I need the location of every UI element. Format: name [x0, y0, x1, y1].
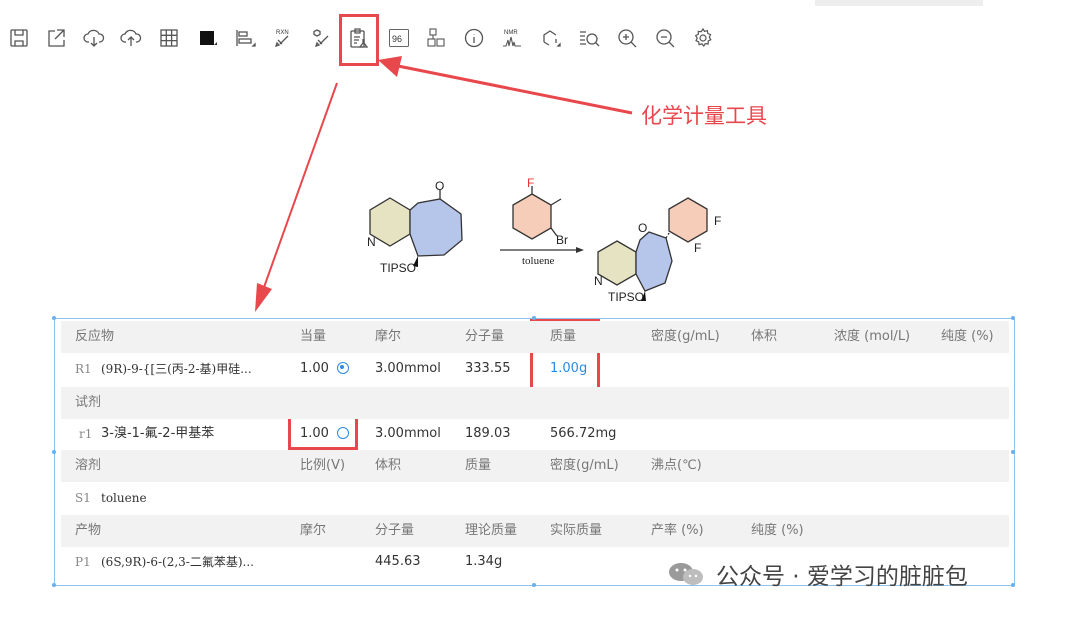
ketone-o-label: O [435, 179, 444, 193]
solvents-header-row: 溶剂 比例(V) 体积 质量 密度(g/mL) 沸点(℃) [61, 450, 1009, 482]
reactant-molecule: O N TIPSO [367, 179, 463, 275]
header-mw: 分子量 [375, 523, 415, 538]
header-density: 密度(g/mL) [651, 329, 720, 344]
header-yield: 产率 (%) [651, 523, 704, 538]
pyridine-n-label: N [367, 235, 376, 249]
watermark-text: 公众号 · 爱学习的脏脏包 [716, 564, 968, 590]
row-id: P1 [75, 555, 91, 569]
row-id: S1 [75, 491, 91, 505]
header-reagent: 试剂 [75, 395, 102, 410]
header-volume: 体积 [375, 458, 402, 473]
reaction-arrow: toluene [500, 247, 584, 267]
header-actual-mass: 实际质量 [550, 523, 603, 538]
equiv-input[interactable]: 1.00 [300, 361, 329, 376]
reagent-molecule: F Br [512, 176, 568, 247]
mw-value: 189.03 [465, 426, 511, 441]
table-row[interactable]: r1 3-溴-1-氟-2-甲基苯 1.00 3.00mmol 189.03 56… [61, 418, 1009, 450]
mw-value: 445.63 [375, 554, 421, 569]
table-row[interactable]: R1 (9R)-9-{[三(丙-2-基)甲硅... 1.00 3.00mmol … [61, 353, 1009, 385]
products-header-row: 产物 摩尔 分子量 理论质量 实际质量 产率 (%) 纯度 (%) [61, 515, 1009, 547]
equiv-input[interactable]: 1.00 [300, 426, 329, 441]
header-concentration: 浓度 (mol/L) [834, 329, 911, 344]
row-id: R1 [75, 362, 92, 376]
moles-value[interactable]: 3.00mmol [375, 353, 441, 385]
wechat-icon [669, 563, 703, 585]
product-name: (6S,9R)-6-(2,3-二氟苯基)... [101, 555, 254, 569]
row-id: r1 [79, 427, 93, 441]
reactant-tipso-label: TIPSO [380, 261, 416, 275]
reagents-header-row: 试剂 [61, 387, 1009, 419]
mass-value[interactable]: 566.72mg [550, 418, 616, 450]
product-f1-label: F [714, 214, 721, 228]
limiting-reagent-radio[interactable] [336, 426, 349, 439]
header-ratio: 比例(V) [300, 458, 346, 473]
moles-value[interactable]: 3.00mmol [375, 418, 441, 450]
header-reactant: 反应物 [75, 329, 115, 344]
header-equiv: 当量 [300, 329, 327, 344]
product-tipso-label: TIPSO [608, 290, 644, 304]
condition-label: toluene [522, 255, 554, 267]
solvent-name: toluene [101, 491, 147, 505]
header-moles: 摩尔 [375, 329, 402, 344]
header-mass: 质量 [465, 458, 492, 473]
header-density: 密度(g/mL) [550, 458, 619, 473]
header-purity: 纯度 (%) [751, 523, 804, 538]
mw-value: 333.55 [465, 361, 511, 376]
header-moles: 摩尔 [300, 523, 327, 538]
theoretical-mass-value: 1.34g [465, 554, 503, 569]
reagent-br-label: Br [556, 233, 568, 247]
product-molecule: O N F F TIPSO [594, 197, 721, 304]
table-row[interactable]: S1 toluene [61, 482, 1009, 514]
header-mw: 分子量 [465, 329, 505, 344]
reagent-name: 3-溴-1-氟-2-甲基苯 [101, 426, 215, 441]
product-o-label: O [638, 221, 647, 235]
header-volume: 体积 [751, 329, 778, 344]
limiting-reagent-radio[interactable] [336, 361, 349, 374]
pointer-arrow [255, 82, 338, 312]
header-theoretical-mass: 理论质量 [465, 523, 518, 538]
watermark: 公众号 · 爱学习的脏脏包 [666, 557, 968, 591]
reagent-f-label: F [527, 176, 534, 190]
callout-arrow [378, 56, 633, 115]
product-n-label: N [594, 274, 603, 288]
reactant-name: (9R)-9-{[三(丙-2-基)甲硅... [101, 362, 252, 376]
header-boiling-point: 沸点(℃) [651, 458, 702, 473]
header-mass: 质量 [550, 329, 577, 344]
header-solvent: 溶剂 [75, 458, 102, 473]
header-product: 产物 [75, 523, 102, 538]
header-purity: 纯度 (%) [941, 329, 994, 344]
mass-input[interactable]: 1.00g [550, 353, 587, 385]
product-f2-label: F [694, 241, 701, 255]
stoichiometry-table: 反应物 当量 摩尔 分子量 质量 密度(g/mL) 体积 浓度 (mol/L) … [52, 316, 1015, 587]
reactants-header-row: 反应物 当量 摩尔 分子量 质量 密度(g/mL) 体积 浓度 (mol/L) … [61, 321, 1009, 353]
